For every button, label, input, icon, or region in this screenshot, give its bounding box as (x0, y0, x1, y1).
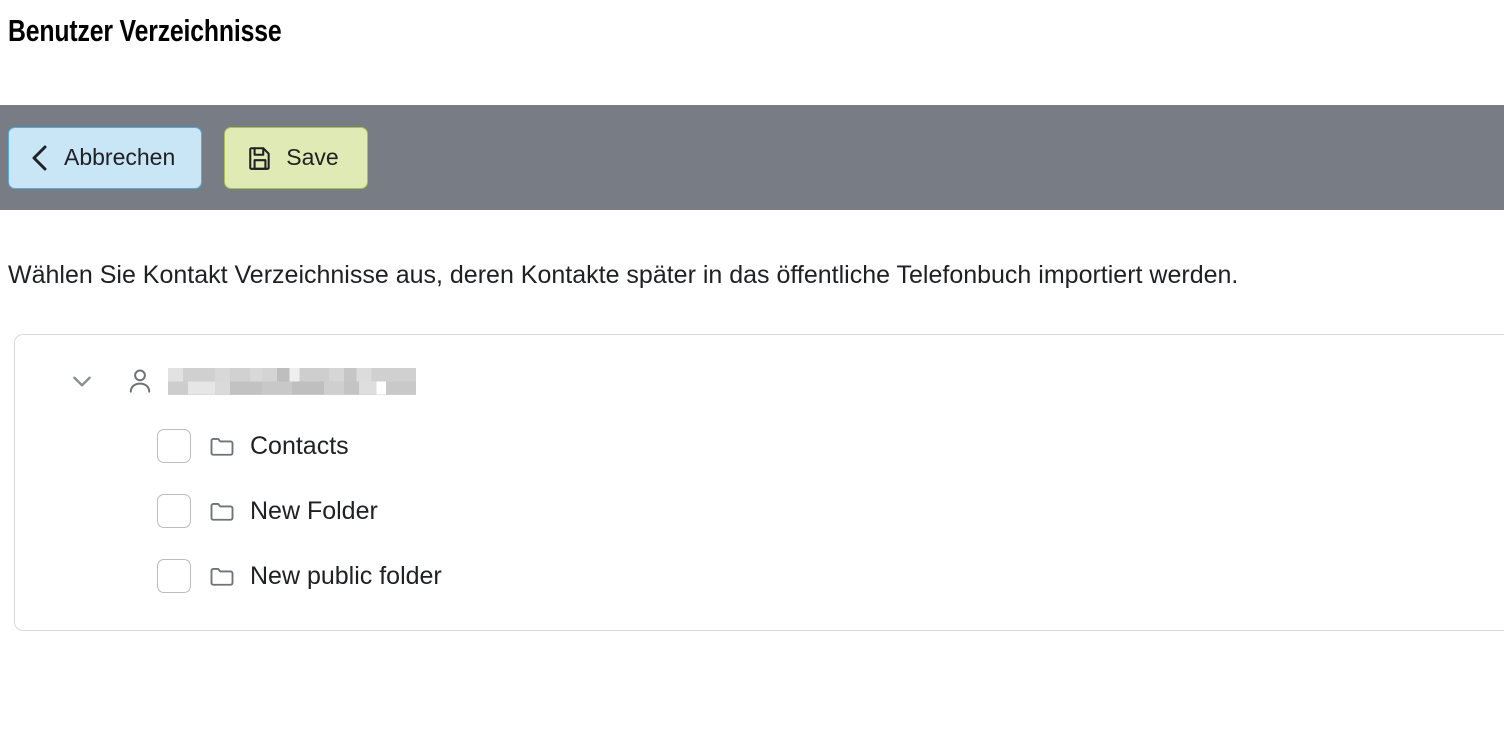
toolbar: Abbrechen Save (0, 105, 1504, 210)
tree-row-folder[interactable]: Contacts (15, 425, 1504, 467)
folder-icon (207, 496, 237, 526)
user-icon (124, 365, 156, 397)
floppy-disk-icon (247, 145, 273, 171)
chevron-left-icon (29, 143, 51, 173)
tree-row-account[interactable] (15, 360, 1504, 402)
folder-checkbox[interactable] (157, 429, 191, 463)
chevron-down-icon[interactable] (65, 364, 99, 398)
directory-tree-panel: Contacts New Folder New public folder (14, 334, 1504, 631)
folder-label: Contacts (250, 432, 349, 460)
folder-label: New Folder (250, 497, 378, 525)
save-button[interactable]: Save (224, 126, 368, 189)
folder-checkbox[interactable] (157, 559, 191, 593)
folder-label: New public folder (250, 562, 442, 590)
folder-icon (207, 561, 237, 591)
page-title: Benutzer Verzeichnisse (8, 13, 282, 48)
tree-row-folder[interactable]: New public folder (15, 555, 1504, 597)
tree-row-folder[interactable]: New Folder (15, 490, 1504, 532)
account-name-redacted (168, 367, 416, 395)
save-button-label: Save (286, 144, 339, 170)
cancel-button-label: Abbrechen (64, 144, 176, 170)
folder-checkbox[interactable] (157, 494, 191, 528)
cancel-button[interactable]: Abbrechen (8, 126, 203, 189)
instruction-text: Wählen Sie Kontakt Verzeichnisse aus, de… (8, 261, 1239, 289)
folder-icon (207, 431, 237, 461)
